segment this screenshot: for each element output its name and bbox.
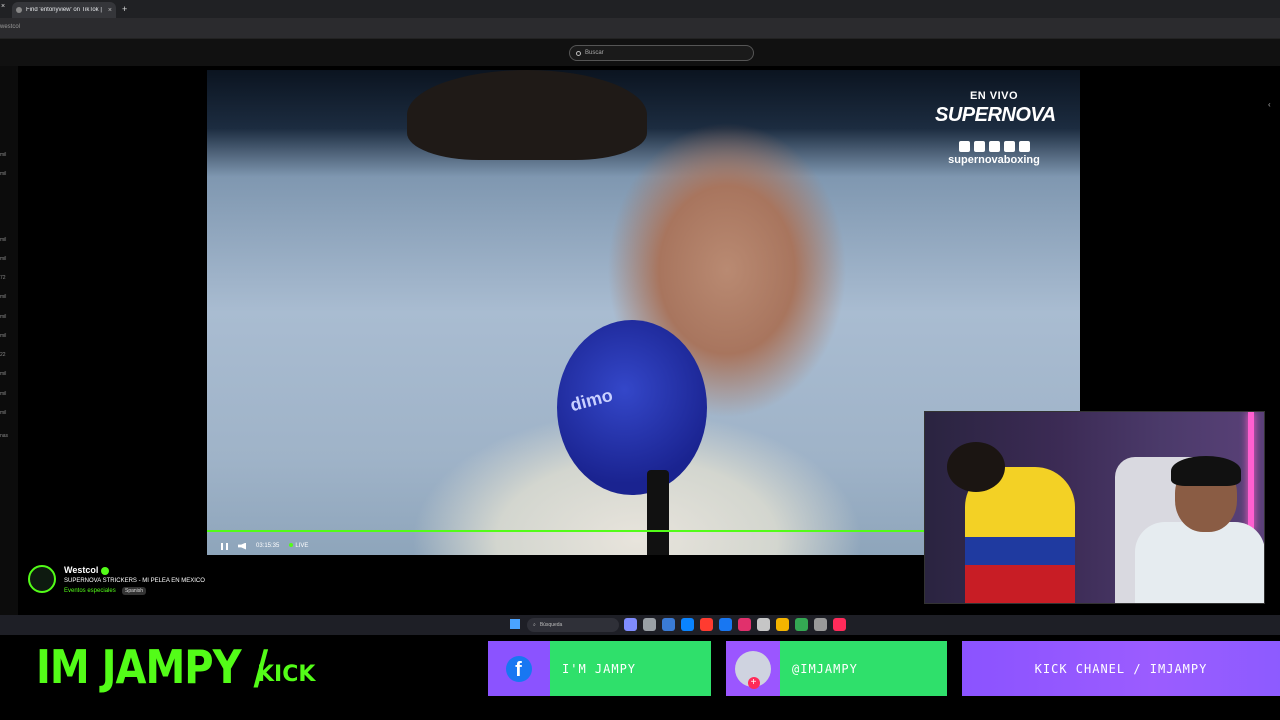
live-badge: LIVE [289, 543, 308, 549]
tab-favicon-icon [16, 7, 22, 13]
instagram-icon [988, 141, 1000, 152]
follow-plus-icon: + [748, 677, 760, 689]
webcam-overlay [924, 411, 1265, 604]
banner-platform: KICK [257, 662, 316, 687]
tab-title: Find 'entonyview' on TikTok | T [26, 7, 104, 13]
overlay-brand-logo: SUPERNOVA [935, 104, 1056, 126]
video-controls: 03:15:35 LIVE [207, 538, 924, 554]
video-frame-person [407, 70, 647, 160]
pause-icon[interactable] [221, 542, 228, 550]
streamer-name-row[interactable]: Westcol [64, 565, 110, 575]
elapsed-time: 03:15:35 [256, 543, 280, 549]
overlay-social-icons [935, 141, 1053, 152]
taskbar-app-icon[interactable] [662, 618, 675, 631]
address-text: westcol [0, 24, 21, 30]
windows-start-icon[interactable] [510, 619, 520, 629]
taskbar-app-icon[interactable] [643, 618, 656, 631]
new-tab-button[interactable]: + [122, 4, 127, 14]
live-badge-label: LIVE [295, 543, 309, 549]
banner-instagram: + @IMJAMPY [726, 641, 947, 696]
rail-item[interactable]: mil [0, 294, 6, 300]
youtube-icon [973, 141, 985, 152]
taskbar-app-icon[interactable] [681, 618, 694, 631]
stream-title: SUPERNOVA STRICKERS - MI PELEA EN MEXICO [64, 578, 205, 584]
taskbar-app-icon[interactable] [795, 618, 808, 631]
streamer-avatar[interactable] [28, 565, 56, 593]
search-icon [576, 50, 581, 56]
left-sidebar-rail: mil mil mil mil 72 mil mil mil 22 mil mi… [0, 66, 18, 616]
facebook-icon-box: f [488, 641, 550, 696]
taskbar-app-icon[interactable] [776, 618, 789, 631]
os-taskbar: ⌕ Búsqueda [0, 615, 1280, 635]
browser-tab-strip: × Find 'entonyview' on TikTok | T × + [0, 0, 1280, 18]
address-bar[interactable]: westcol [0, 18, 1280, 38]
rail-item[interactable]: mil [0, 171, 6, 177]
taskbar-app-icon[interactable] [700, 618, 713, 631]
search-placeholder: Buscar [585, 50, 604, 56]
rail-item[interactable]: mil [0, 314, 6, 320]
site-header: Buscar [0, 38, 1280, 66]
facebook-label: I'M JAMPY [562, 661, 637, 676]
instagram-label: @IMJAMPY [792, 661, 858, 676]
taskbar-search[interactable]: ⌕ Búsqueda [527, 618, 619, 632]
taskbar-app-icon[interactable] [738, 618, 751, 631]
twitch-icon [958, 141, 970, 152]
overlay-handle: supernovaboxing [948, 154, 1040, 166]
tab-strip-close-icon[interactable]: × [1, 3, 5, 10]
video-progress-bar[interactable] [207, 530, 924, 532]
rail-item[interactable]: mil [0, 391, 6, 397]
neon-light [1248, 412, 1254, 532]
rail-item[interactable]: mil [0, 256, 6, 262]
taskbar-app-icon[interactable] [814, 618, 827, 631]
rail-item[interactable]: mil [0, 410, 6, 416]
webcam-person-left-head [947, 442, 1005, 492]
stream-category[interactable]: Eventos especiales [64, 588, 116, 594]
taskbar-search-label: Búsqueda [539, 622, 563, 628]
browser-tab[interactable]: Find 'entonyview' on TikTok | T × [12, 2, 116, 18]
rail-item[interactable]: mil [0, 371, 6, 377]
volume-icon[interactable] [238, 542, 246, 550]
stream-info: Westcol SUPERNOVA STRICKERS - MI PELEA E… [28, 563, 428, 603]
webcam-person-right [1135, 522, 1264, 603]
rail-item[interactable]: 22 [0, 352, 6, 358]
rail-item[interactable]: mil [0, 333, 6, 339]
live-dot-icon [289, 543, 294, 547]
left-blank-area [18, 66, 206, 556]
rail-item[interactable]: 72 [0, 275, 6, 281]
facebook-logo-icon: f [506, 655, 532, 682]
language-tag[interactable]: Spanish [122, 587, 147, 595]
rail-item[interactable]: nas [0, 433, 8, 439]
overlay-live-label: EN VIVO [969, 90, 1019, 102]
verified-icon [101, 566, 110, 575]
kick-channel-label: KICK CHANEL / IMJAMPY [1034, 661, 1208, 676]
facebook-icon [1018, 141, 1030, 152]
taskbar-app-icon[interactable] [757, 618, 770, 631]
taskbar-search-icon: ⌕ [533, 622, 536, 628]
search-input[interactable]: Buscar [569, 45, 754, 61]
banner-kick-channel: KICK CHANEL / IMJAMPY [962, 641, 1280, 696]
collapse-chat-icon[interactable]: ‹ [1268, 100, 1271, 109]
tiktok-icon [1003, 141, 1015, 152]
taskbar-app-icons [624, 618, 846, 631]
stream-overlay-brand: EN VIVO SUPERNOVA supernovaboxing [935, 90, 1056, 166]
webcam-person-right-hair [1171, 456, 1241, 486]
banner-facebook: f I'M JAMPY [488, 641, 711, 696]
taskbar-app-icon[interactable] [624, 618, 637, 631]
rail-item[interactable]: mil [0, 237, 6, 243]
taskbar-app-icon[interactable] [833, 618, 846, 631]
tab-close-icon[interactable]: × [108, 7, 112, 14]
taskbar-app-icon[interactable] [719, 618, 732, 631]
banner-streamer-name: IM JAMPY / [36, 641, 268, 695]
streamer-name[interactable]: Westcol [64, 565, 98, 575]
rail-item[interactable]: mil [0, 152, 6, 158]
profile-icon-box: + [726, 641, 780, 696]
